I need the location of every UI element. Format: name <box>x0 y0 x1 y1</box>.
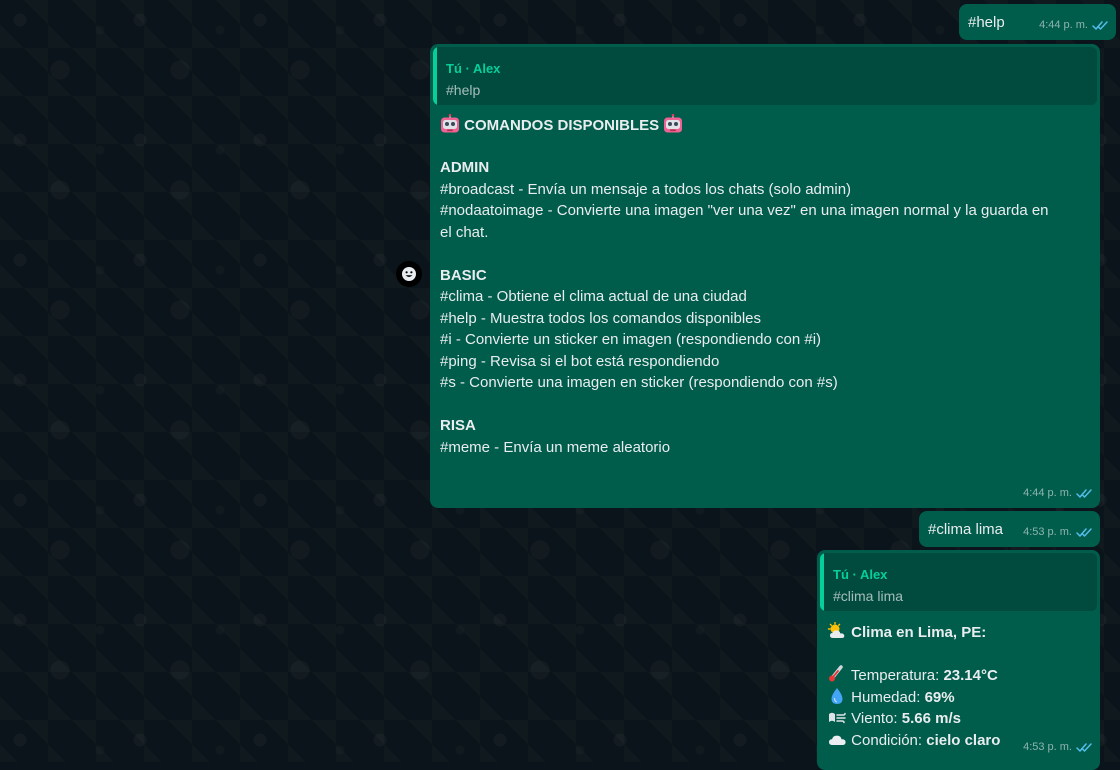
quoted-author: Tú · Alex <box>446 61 501 76</box>
smiley-icon <box>402 267 416 281</box>
message-help-reply[interactable]: Tú · Alex #help COMANDOS DISPONIBLES ADM… <box>430 44 1100 508</box>
weather-title: Clima en Lima, PE: <box>827 621 1097 644</box>
quoted-message[interactable]: Tú · Alex #help <box>433 47 1097 105</box>
quoted-text: #clima lima <box>833 588 904 604</box>
message-text: #clima lima <box>928 521 1004 538</box>
double-check-icon <box>1076 488 1092 499</box>
robot-icon <box>440 114 460 134</box>
command-line: #help - Muestra todos los comandos dispo… <box>440 309 762 327</box>
weather-temperature: Temperatura: 23.14°C <box>827 665 1097 687</box>
message-time: 4:44 p. m. <box>1039 18 1088 31</box>
message-time: 4:44 p. m. <box>1023 486 1072 499</box>
commands-title: COMANDOS DISPONIBLES <box>440 114 1095 136</box>
command-line: #broadcast - Envía un mensaje a todos lo… <box>440 180 852 198</box>
emoji-react-icon[interactable] <box>396 261 422 287</box>
command-line: #nodaatoimage - Convierte una imagen "ve… <box>440 202 1049 219</box>
message-body: Clima en Lima, PE: Temperatura: 23.14°C … <box>827 621 1097 751</box>
command-line: #clima - Obtiene el clima actual de una … <box>440 288 747 305</box>
message-clima-reply[interactable]: Tú · Alex #clima lima Clima en Lima, PE:… <box>817 550 1100 770</box>
section-heading-risa: RISA <box>440 417 476 434</box>
command-line: #s - Convierte una imagen en sticker (re… <box>440 374 838 391</box>
command-line: el chat. <box>440 223 489 241</box>
sun-behind-cloud-icon <box>827 621 845 638</box>
message-meta: 4:44 p. m. <box>1039 15 1108 37</box>
message-meta: 4:44 p. m. <box>1023 483 1092 505</box>
double-check-icon <box>1076 742 1092 753</box>
message-text: #help <box>968 14 1005 31</box>
robot-icon <box>663 114 683 134</box>
quoted-text: #help <box>446 82 481 98</box>
section-heading-basic: BASIC <box>440 266 487 284</box>
wind-icon <box>829 712 846 724</box>
message-meta: 4:53 p. m. <box>1023 737 1092 759</box>
weather-humidity: Humedad: 69% <box>827 687 1097 709</box>
command-line: #ping - Revisa si el bot está respondien… <box>440 352 720 370</box>
message-time: 4:53 p. m. <box>1023 740 1072 753</box>
weather-wind: Viento: 5.66 m/s <box>827 708 1097 730</box>
message-clima-command[interactable]: #clima lima 4:53 p. m. <box>919 511 1100 547</box>
section-heading-admin: ADMIN <box>440 159 490 176</box>
double-check-icon <box>1092 20 1108 31</box>
message-help-command[interactable]: #help 4:44 p. m. <box>959 4 1116 40</box>
message-meta: 4:53 p. m. <box>1023 522 1092 544</box>
command-line: #meme - Envía un meme aleatorio <box>440 438 671 456</box>
message-body: COMANDOS DISPONIBLES ADMIN #broadcast - … <box>440 114 1095 458</box>
droplet-icon <box>831 687 843 704</box>
message-time: 4:53 p. m. <box>1023 525 1072 538</box>
quoted-author: Tú · Alex <box>833 567 888 582</box>
quoted-message[interactable]: Tú · Alex #clima lima <box>820 553 1097 611</box>
double-check-icon <box>1076 527 1092 538</box>
cloud-icon <box>829 735 846 745</box>
thermometer-icon <box>829 665 843 682</box>
command-line: #i - Convierte un sticker en imagen (res… <box>440 331 822 348</box>
